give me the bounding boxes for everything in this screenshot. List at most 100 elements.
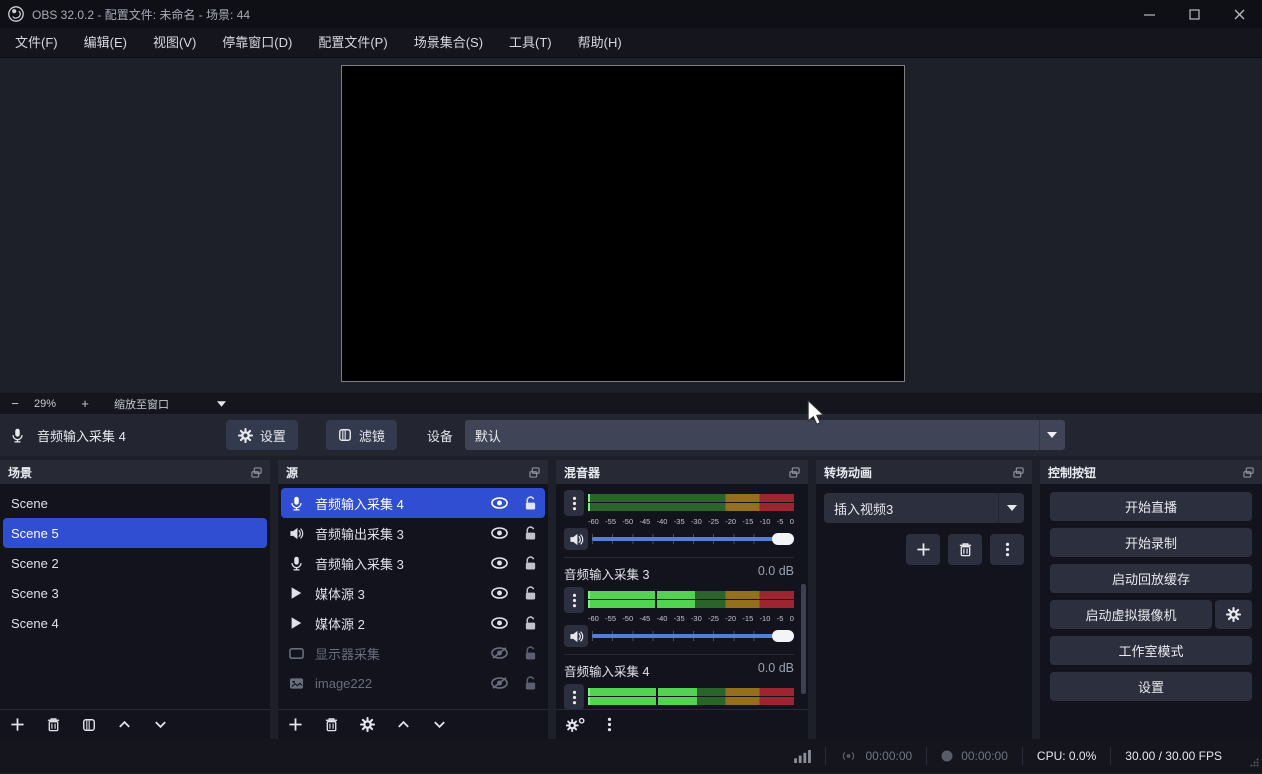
sources-toolbar xyxy=(278,709,548,739)
scene-item[interactable]: Scene 5 xyxy=(3,518,267,548)
controls-panel: 控制按钮 开始直播 开始录制 启动回放缓存 启动虚拟摄像机 工作室模式 设置 xyxy=(1040,460,1262,739)
scale-tick-label: -50 xyxy=(622,614,634,623)
menu-item[interactable]: 配置文件(P) xyxy=(305,28,400,57)
mute-button[interactable] xyxy=(564,625,588,647)
control-button[interactable]: 设置 xyxy=(1050,672,1252,701)
scene-item[interactable]: Scene 4 xyxy=(3,608,267,638)
source-item[interactable]: image222 xyxy=(281,668,545,698)
menu-item[interactable]: 工具(T) xyxy=(496,28,565,57)
remove-transition-button[interactable] xyxy=(948,534,982,565)
minimize-button[interactable] xyxy=(1127,0,1172,28)
source-properties-button[interactable] xyxy=(360,717,375,732)
device-label: 设备 xyxy=(426,428,453,444)
source-item[interactable]: 音频输入采集 3 xyxy=(281,548,545,578)
source-item[interactable]: 显示器采集 xyxy=(281,638,545,668)
popout-icon[interactable] xyxy=(1013,466,1024,478)
maximize-button[interactable] xyxy=(1172,0,1217,28)
resize-grip[interactable] xyxy=(1250,756,1259,770)
source-item[interactable]: 音频输出采集 3 xyxy=(281,518,545,548)
eye-icon[interactable] xyxy=(491,557,508,569)
slider-handle[interactable] xyxy=(772,533,794,545)
caret-down-icon[interactable] xyxy=(998,493,1024,523)
mixer-item-menu-button[interactable] xyxy=(564,490,584,516)
menu-item[interactable]: 停靠窗口(D) xyxy=(209,28,305,57)
control-button[interactable]: 启动虚拟摄像机 xyxy=(1050,600,1212,629)
eye-icon[interactable] xyxy=(491,587,508,599)
meter-peak-tick xyxy=(654,600,657,608)
device-dropdown[interactable]: 默认 xyxy=(464,420,1065,450)
volume-slider[interactable] xyxy=(592,531,794,547)
slider-handle[interactable] xyxy=(772,630,794,642)
scale-tick-label: -15 xyxy=(742,517,754,526)
scale-tick-label: -40 xyxy=(656,614,668,623)
mixer-slider-row xyxy=(564,528,794,550)
transition-dropdown[interactable]: 插入视频3 xyxy=(824,493,1024,523)
scene-filters-button[interactable] xyxy=(82,718,96,732)
move-source-down-button[interactable] xyxy=(432,717,447,732)
zoom-fit-label[interactable]: 缩放至窗口 xyxy=(114,396,169,412)
control-button[interactable]: 工作室模式 xyxy=(1050,636,1252,665)
mixer-menu-button[interactable] xyxy=(607,717,612,732)
control-button[interactable]: 开始直播 xyxy=(1050,492,1252,521)
source-settings-button[interactable]: 设置 xyxy=(225,420,298,450)
popout-icon[interactable] xyxy=(1243,466,1254,478)
zoom-dropdown-caret-icon[interactable] xyxy=(217,398,226,410)
virtual-camera-settings-button[interactable] xyxy=(1215,600,1252,629)
move-source-up-button[interactable] xyxy=(396,717,411,732)
menu-item[interactable]: 文件(F) xyxy=(2,28,71,57)
menu-item[interactable]: 场景集合(S) xyxy=(401,28,496,57)
popout-icon[interactable] xyxy=(251,466,262,478)
menu-item[interactable]: 帮助(H) xyxy=(565,28,635,57)
move-scene-down-button[interactable] xyxy=(153,717,168,732)
mixer-item-menu-button[interactable] xyxy=(564,587,584,613)
scale-tick-label: -60 xyxy=(588,614,599,623)
play-icon xyxy=(289,586,309,600)
menu-item[interactable]: 编辑(E) xyxy=(71,28,140,57)
add-source-button[interactable] xyxy=(288,717,303,732)
scene-item[interactable]: Scene 3 xyxy=(3,578,267,608)
move-scene-up-button[interactable] xyxy=(117,717,132,732)
mixer-item-menu-button[interactable] xyxy=(564,684,584,709)
popout-icon[interactable] xyxy=(529,466,540,478)
source-filters-button[interactable]: 滤镜 xyxy=(325,420,397,450)
zoom-in-button[interactable]: + xyxy=(78,396,92,411)
control-button[interactable]: 启动回放缓存 xyxy=(1050,564,1252,593)
eye-icon[interactable] xyxy=(491,527,508,539)
zoom-out-button[interactable]: − xyxy=(8,396,22,411)
add-transition-button[interactable] xyxy=(906,534,940,565)
popout-icon[interactable] xyxy=(789,466,800,478)
control-button[interactable]: 开始录制 xyxy=(1050,528,1252,557)
lock-open-icon[interactable] xyxy=(524,615,537,631)
scrollbar-thumb[interactable] xyxy=(801,584,806,694)
lock-open-icon[interactable] xyxy=(524,555,537,571)
meter-input-tick xyxy=(588,688,590,696)
eye-slash-icon[interactable] xyxy=(491,647,508,659)
lock-open-icon[interactable] xyxy=(524,675,537,691)
mixer-scrollbar[interactable] xyxy=(801,488,806,707)
caret-down-icon[interactable] xyxy=(1038,420,1065,450)
close-button[interactable] xyxy=(1217,0,1262,28)
source-item[interactable]: 媒体源 3 xyxy=(281,578,545,608)
add-scene-button[interactable] xyxy=(10,717,25,732)
scene-item[interactable]: Scene xyxy=(3,488,267,518)
preview-canvas[interactable] xyxy=(341,65,905,382)
remove-scene-button[interactable] xyxy=(46,717,61,732)
scale-tick-label: -45 xyxy=(639,614,651,623)
transition-menu-button[interactable] xyxy=(990,534,1024,565)
lock-open-icon[interactable] xyxy=(524,645,537,661)
advanced-audio-button[interactable] xyxy=(566,717,586,733)
scene-item[interactable]: Scene 2 xyxy=(3,548,267,578)
source-item[interactable]: 媒体源 2 xyxy=(281,608,545,638)
lock-open-icon[interactable] xyxy=(524,525,537,541)
transitions-panel: 转场动画 插入视频3 xyxy=(816,460,1032,739)
lock-open-icon[interactable] xyxy=(524,495,537,511)
lock-open-icon[interactable] xyxy=(524,585,537,601)
menu-item[interactable]: 视图(V) xyxy=(140,28,209,57)
remove-source-button[interactable] xyxy=(324,717,339,732)
source-item[interactable]: 音频输入采集 4 xyxy=(281,488,545,518)
eye-icon[interactable] xyxy=(491,497,508,509)
mute-button[interactable] xyxy=(564,528,588,550)
eye-icon[interactable] xyxy=(491,617,508,629)
eye-slash-icon[interactable] xyxy=(491,677,508,689)
volume-slider[interactable] xyxy=(592,628,794,644)
